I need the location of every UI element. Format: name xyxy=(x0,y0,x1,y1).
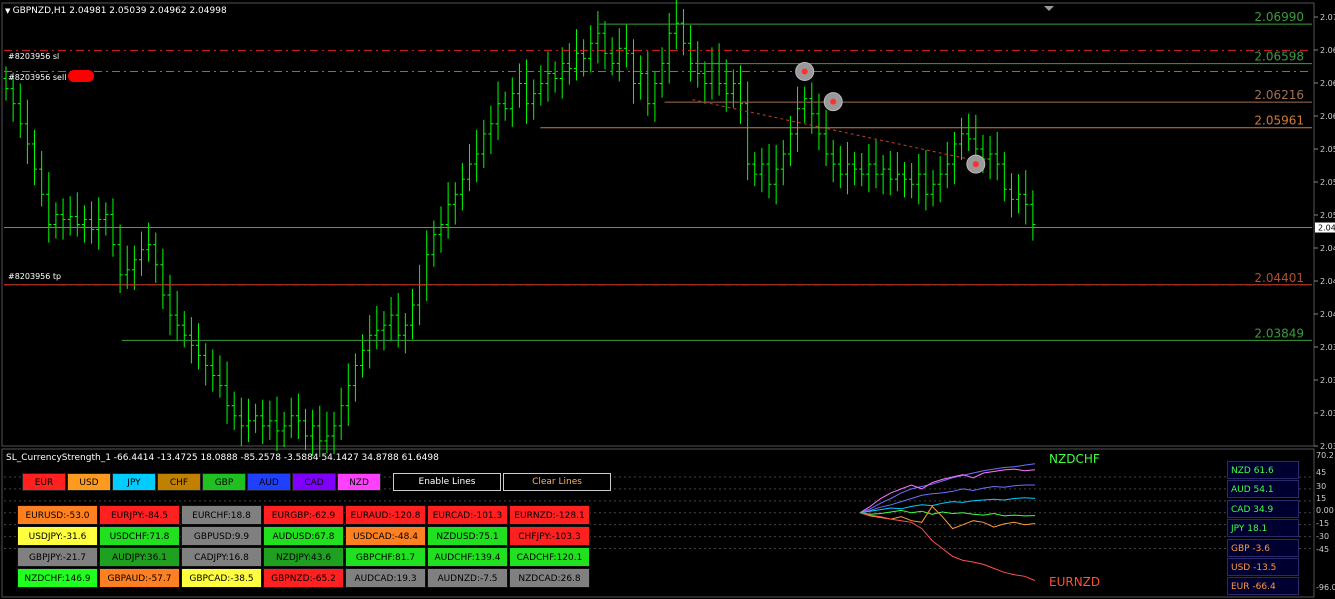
ranking-item: CAD 34.9 xyxy=(1227,499,1299,518)
level-label: 2.03849 xyxy=(1254,326,1304,340)
pair-cell: AUDJPY:36.1 xyxy=(99,547,180,567)
series-usd xyxy=(859,505,1036,530)
ranking-item: GBP -3.6 xyxy=(1227,538,1299,557)
indicator-axis-label: 45 xyxy=(1316,468,1326,477)
symbol-header: ▼ GBPNZD,H1 2.04981 2.05039 2.04962 2.04… xyxy=(5,6,227,16)
price-chart-frame xyxy=(1,2,1315,447)
pair-cell: NZDCHF:146.9 xyxy=(17,568,98,588)
level-label: 2.06598 xyxy=(1254,50,1304,64)
ranking-item: AUD 54.1 xyxy=(1227,480,1299,499)
ranking-item: EUR -66.4 xyxy=(1227,577,1299,596)
series-jpy xyxy=(859,497,1036,514)
currency-button-usd[interactable]: USD xyxy=(67,473,111,491)
level-label: 2.05961 xyxy=(1254,114,1304,128)
indicator-axis-label: -15 xyxy=(1316,519,1329,528)
symbol-info: GBPNZD,H1 2.04981 2.05039 2.04962 2.0499… xyxy=(12,6,227,16)
dropdown-triangle-icon[interactable]: ▼ xyxy=(5,7,13,15)
pair-cell: AUDCHF:139.4 xyxy=(427,547,508,567)
pair-cell: EURUSD:-53.0 xyxy=(17,505,98,525)
price-axis-label: 2.06 xyxy=(1320,79,1335,88)
pair-cell: GBPCAD:-38.5 xyxy=(181,568,262,588)
price-axis-label: 2.06 xyxy=(1320,112,1335,121)
level-label: 2.04401 xyxy=(1254,271,1304,285)
sell-marker-dot xyxy=(801,68,808,75)
pair-cell: EURGBP:-62.9 xyxy=(263,505,344,525)
ranking-item: USD -13.5 xyxy=(1227,558,1299,576)
currency-button-nzd[interactable]: NZD xyxy=(337,473,381,491)
currency-button-aud[interactable]: AUD xyxy=(247,473,291,491)
level-label: 2.06990 xyxy=(1254,10,1304,24)
pair-cell: EURAUD:-120.8 xyxy=(345,505,426,525)
price-axis-label: 2.07 xyxy=(1320,13,1335,22)
price-axis-label: 2.05 xyxy=(1320,145,1335,154)
price-axis-label: 2.03 xyxy=(1320,442,1335,451)
levels-layer: 2.06990 2.06598 2.06216 2.05961 2.04401 2.038… xyxy=(4,10,1312,341)
currency-button-jpy[interactable]: JPY xyxy=(112,473,156,491)
pair-cell: EURCHF:18.8 xyxy=(181,505,262,525)
trade-markers xyxy=(692,61,986,174)
sell-label: #8203956 sell xyxy=(8,73,67,82)
enable-lines-button[interactable]: Enable Lines xyxy=(393,473,501,491)
pair-cell: CHFJPY:-103.3 xyxy=(509,526,590,546)
pair-cell: NZDJPY:43.6 xyxy=(263,547,344,567)
pair-cell: EURJPY:-84.5 xyxy=(99,505,180,525)
pair-cell: AUDUSD:67.8 xyxy=(263,526,344,546)
currency-button-gbp[interactable]: GBP xyxy=(202,473,246,491)
top-pair-label: NZDCHF xyxy=(1049,452,1100,466)
price-axis-label: 2.03 xyxy=(1320,409,1335,418)
level-label: 2.06216 xyxy=(1254,88,1304,102)
price-axis-label: 2.03 xyxy=(1320,343,1335,352)
ranking-item: NZD 61.6 xyxy=(1227,461,1299,479)
ranking-item: JPY 18.1 xyxy=(1227,519,1299,538)
price-axis-label: 2.04 xyxy=(1320,277,1335,286)
tp-label: #8203956 tp xyxy=(8,272,62,281)
pair-cell: GBPCHF:81.7 xyxy=(345,547,426,567)
indicator-axis: 70.2 45 30 15 0.00 -15 -30 -45 -96.0 xyxy=(1316,451,1335,592)
close-marker-dot xyxy=(972,161,979,168)
pair-cell: EURNZD:-128.1 xyxy=(509,505,590,525)
price-axis-label: 2.04 xyxy=(1320,244,1335,253)
currency-button-eur[interactable]: EUR xyxy=(22,473,66,491)
pair-cell: NZDUSD:75.1 xyxy=(427,526,508,546)
pair-cell: CADCHF:120.1 xyxy=(509,547,590,567)
indicator-axis-label: 15 xyxy=(1316,494,1326,503)
price-axis-label: 2.06 xyxy=(1320,46,1335,55)
sl-marker-dot xyxy=(830,98,837,105)
pair-cell: AUDCAD:19.3 xyxy=(345,568,426,588)
pair-cell: AUDNZD:-7.5 xyxy=(427,568,508,588)
pair-cell: USDCAD:-48.4 xyxy=(345,526,426,546)
indicator-title: SL_CurrencyStrength_1 -66.4414 -13.4725 … xyxy=(6,453,439,463)
pair-cell: GBPUSD:9.9 xyxy=(181,526,262,546)
price-axis-label: 2.05 xyxy=(1320,211,1335,220)
price-axis-label: 2.04 xyxy=(1320,310,1335,319)
collapse-triangle-icon[interactable] xyxy=(1044,6,1054,11)
pair-cell: CADJPY:16.8 xyxy=(181,547,262,567)
bottom-pair-label: EURNZD xyxy=(1049,575,1101,589)
indicator-axis-label: 0.00 xyxy=(1316,506,1334,515)
indicator-axis-label: 70.2 xyxy=(1316,451,1334,460)
indicator-axis-label: -30 xyxy=(1316,532,1329,541)
pair-cell: EURCAD:-101.3 xyxy=(427,505,508,525)
price-axis: 2.07 2.06 2.06 2.06 2.05 2.05 2.05 2.04 2.04 2.04… xyxy=(1314,13,1335,451)
redaction-mark xyxy=(68,70,94,82)
pair-cell: GBPAUD:-57.7 xyxy=(99,568,180,588)
price-axis-label: 2.03 xyxy=(1320,376,1335,385)
pair-cell: USDJPY:-31.6 xyxy=(17,526,98,546)
pair-cell: USDCHF:71.8 xyxy=(99,526,180,546)
pair-cell: NZDCAD:26.8 xyxy=(509,568,590,588)
price-axis-label: 2.05 xyxy=(1320,178,1335,187)
candles-layer xyxy=(3,0,1036,458)
series-gbp xyxy=(859,509,1036,517)
indicator-axis-label: -96.0 xyxy=(1316,583,1335,592)
pair-cell: GBPJPY:-21.7 xyxy=(17,547,98,567)
pair-cell: GBPNZD:-65.2 xyxy=(263,568,344,588)
current-price-label: 2.04 xyxy=(1318,224,1335,233)
currency-button-chf[interactable]: CHF xyxy=(157,473,201,491)
indicator-axis-label: 30 xyxy=(1316,482,1326,491)
indicator-axis-label: -45 xyxy=(1316,545,1329,554)
currency-button-cad[interactable]: CAD xyxy=(292,473,336,491)
sl-label: #8203956 sl xyxy=(8,52,60,61)
clear-lines-button[interactable]: Clear Lines xyxy=(503,473,611,491)
